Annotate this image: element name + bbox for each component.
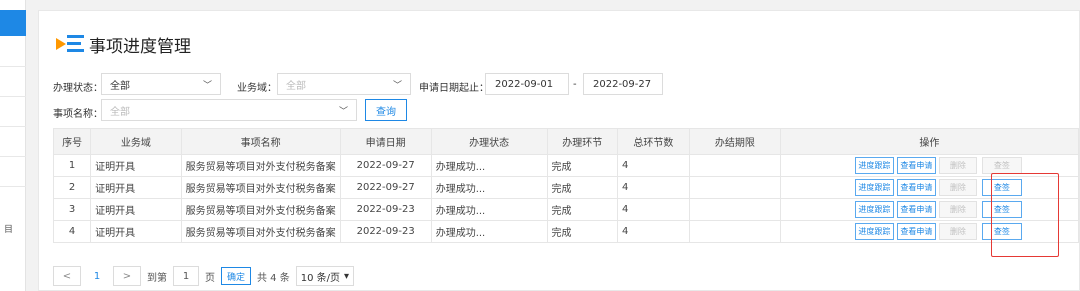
sidebar-divider — [0, 126, 26, 127]
cell-domain: 证明开具 — [90, 176, 182, 199]
cell-step: 完成 — [546, 198, 618, 221]
domain-select[interactable]: 全部 ﹀ — [277, 73, 411, 95]
table-header-row: 序号 业务域 事项名称 申请日期 办理状态 办理环节 总环节数 办结期限 操作 — [52, 128, 1080, 155]
cell-deadline — [688, 176, 781, 199]
track-progress-button[interactable]: 进度跟踪 — [854, 179, 894, 196]
delete-button[interactable]: 删除 — [938, 179, 977, 196]
cell-domain: 证明开具 — [90, 154, 182, 177]
view-application-button[interactable]: 查看申请 — [896, 179, 936, 196]
view-application-button[interactable]: 查看申请 — [896, 201, 936, 218]
page-title: 事项进度管理 — [89, 36, 191, 57]
delete-button[interactable]: 删除 — [938, 223, 977, 240]
cell-date: 2022-09-27 — [339, 154, 432, 177]
table-row: 1 证明开具 服务贸易等项目对外支付税务备案 2022-09-27 办理成功..… — [52, 154, 1080, 177]
cell-name: 服务贸易等项目对外支付税务备案 — [180, 198, 341, 221]
track-progress-button[interactable]: 进度跟踪 — [854, 201, 894, 218]
view-application-button[interactable]: 查看申请 — [896, 223, 936, 240]
sidebar-item-active[interactable] — [0, 10, 26, 36]
cell-index: 2 — [52, 176, 92, 199]
column-header-status: 办理状态 — [430, 128, 548, 155]
page-number-current[interactable]: 1 — [87, 271, 107, 282]
cell-name: 服务贸易等项目对外支付税务备案 — [180, 220, 341, 243]
sidebar-divider — [0, 96, 26, 97]
cell-date: 2022-09-23 — [339, 220, 432, 243]
page-jump-input[interactable]: 1 — [173, 266, 199, 286]
next-page-button[interactable]: > — [113, 266, 141, 286]
cell-deadline — [688, 198, 781, 221]
cell-total: 4 — [616, 176, 690, 199]
main-panel: 事项进度管理 办理状态： 全部 ﹀ 业务域： 全部 ﹀ 申请日期起止： 2022… — [38, 10, 1080, 291]
column-header-index: 序号 — [52, 128, 92, 155]
goto-label: 到第 — [147, 272, 167, 284]
sidebar-divider — [0, 186, 26, 187]
track-progress-button[interactable]: 进度跟踪 — [854, 157, 894, 174]
cell-deadline — [688, 154, 781, 177]
column-header-date: 申请日期 — [339, 128, 432, 155]
sidebar-divider — [0, 66, 26, 67]
cell-deadline — [688, 220, 781, 243]
caret-down-icon: ▾ — [344, 270, 350, 282]
date-end-input[interactable]: 2022-09-27 — [583, 73, 663, 95]
cell-total: 4 — [616, 154, 690, 177]
page-size-select[interactable]: 10 条/页 ▾ — [295, 266, 355, 286]
cell-status: 办理成功... — [430, 154, 548, 177]
column-header-actions: 操作 — [779, 128, 1080, 155]
name-select[interactable]: 全部 ﹀ — [101, 99, 357, 121]
chevron-down-icon: ﹀ — [202, 80, 212, 91]
column-header-step: 办理环节 — [546, 128, 618, 155]
list-icon — [55, 32, 85, 56]
chevron-down-icon: ﹀ — [392, 80, 402, 91]
page-unit-label: 页 — [205, 272, 215, 284]
cell-date: 2022-09-27 — [339, 176, 432, 199]
total-count: 共 4 条 — [257, 272, 290, 284]
cell-status: 办理成功... — [430, 220, 548, 243]
cell-total: 4 — [616, 198, 690, 221]
date-range-label: 申请日期起止： — [419, 83, 489, 94]
confirm-jump-button[interactable]: 确定 — [221, 267, 251, 285]
prev-page-button[interactable]: < — [53, 266, 81, 286]
cell-domain: 证明开具 — [90, 220, 182, 243]
name-filter-label: 事项名称： — [53, 109, 103, 120]
cell-total: 4 — [616, 220, 690, 243]
cell-status: 办理成功... — [430, 198, 548, 221]
annotation-highlight-box — [991, 173, 1059, 257]
query-button[interactable]: 查询 — [365, 99, 407, 121]
table-row: 3 证明开具 服务贸易等项目对外支付税务备案 2022-09-23 办理成功..… — [52, 198, 1080, 221]
table-row: 2 证明开具 服务贸易等项目对外支付税务备案 2022-09-27 办理成功..… — [52, 176, 1080, 199]
date-start-input[interactable]: 2022-09-01 — [485, 73, 569, 95]
sign-button[interactable]: 查签 — [981, 157, 1022, 174]
cell-index: 1 — [52, 154, 92, 177]
cell-index: 4 — [52, 220, 92, 243]
cell-step: 完成 — [546, 176, 618, 199]
column-header-total: 总环节数 — [616, 128, 690, 155]
track-progress-button[interactable]: 进度跟踪 — [854, 223, 894, 240]
cell-name: 服务贸易等项目对外支付税务备案 — [180, 154, 341, 177]
sidebar-divider — [0, 156, 26, 157]
status-select[interactable]: 全部 ﹀ — [101, 73, 221, 95]
delete-button[interactable]: 删除 — [938, 157, 977, 174]
table-row: 4 证明开具 服务贸易等项目对外支付税务备案 2022-09-23 办理成功..… — [52, 220, 1080, 243]
view-application-button[interactable]: 查看申请 — [896, 157, 936, 174]
pagination: < 1 > 到第 1 页 确定 共 4 条 10 条/页 ▾ — [53, 265, 355, 287]
cell-domain: 证明开具 — [90, 198, 182, 221]
delete-button[interactable]: 删除 — [938, 201, 977, 218]
date-separator: - — [573, 79, 577, 90]
column-header-domain: 业务域 — [90, 128, 182, 155]
cell-step: 完成 — [546, 154, 618, 177]
status-filter-label: 办理状态： — [53, 83, 103, 94]
results-table: 序号 业务域 事项名称 申请日期 办理状态 办理环节 总环节数 办结期限 操作 … — [52, 128, 1080, 243]
cell-status: 办理成功... — [430, 176, 548, 199]
column-header-name: 事项名称 — [180, 128, 341, 155]
page-header: 事项进度管理 — [55, 31, 191, 57]
sidebar: 目 — [0, 0, 26, 291]
chevron-down-icon: ﹀ — [338, 106, 348, 117]
cell-index: 3 — [52, 198, 92, 221]
cell-date: 2022-09-23 — [339, 198, 432, 221]
domain-filter-label: 业务域： — [237, 83, 277, 94]
sidebar-glyph: 目 — [4, 225, 14, 235]
column-header-deadline: 办结期限 — [688, 128, 781, 155]
cell-name: 服务贸易等项目对外支付税务备案 — [180, 176, 341, 199]
cell-step: 完成 — [546, 220, 618, 243]
